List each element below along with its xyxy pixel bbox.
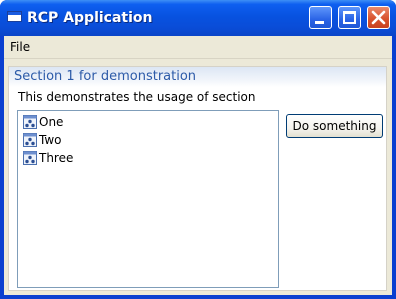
application-window: RCP Application File Section 1 for demon… xyxy=(0,0,396,299)
tree-node-icon xyxy=(23,133,37,147)
window-frame-left xyxy=(0,36,4,299)
close-icon xyxy=(371,10,386,25)
list-item-label: Two xyxy=(39,133,62,147)
list-item[interactable]: One xyxy=(23,113,63,131)
maximize-icon xyxy=(343,11,356,24)
title-bar[interactable]: RCP Application xyxy=(0,0,396,36)
window-client-area: File Section 1 for demonstration This de… xyxy=(4,36,392,295)
tree-node-icon xyxy=(23,151,37,165)
tree-node-icon xyxy=(23,115,37,129)
list-item-label: One xyxy=(39,115,64,129)
menu-bar: File xyxy=(4,36,392,59)
list-item[interactable]: Two xyxy=(23,131,62,149)
list-item[interactable]: Three xyxy=(23,149,73,167)
list-item-label: Three xyxy=(39,151,74,165)
window-app-icon xyxy=(7,11,22,22)
section-panel: Section 1 for demonstration This demonst… xyxy=(8,66,387,291)
window-frame-right xyxy=(392,36,396,299)
minimize-button[interactable] xyxy=(309,6,332,29)
menu-file[interactable]: File xyxy=(10,39,30,55)
close-button[interactable] xyxy=(367,6,390,29)
maximize-button[interactable] xyxy=(338,6,361,29)
do-something-button[interactable]: Do something xyxy=(286,114,383,138)
minimize-icon xyxy=(315,21,324,24)
item-list[interactable]: One Two Three xyxy=(17,110,279,288)
window-frame-bottom xyxy=(0,295,396,299)
section-header[interactable]: Section 1 for demonstration xyxy=(9,67,386,87)
work-area: Section 1 for demonstration This demonst… xyxy=(4,62,392,295)
section-title[interactable]: Section 1 for demonstration xyxy=(14,69,196,85)
window-title: RCP Application xyxy=(27,10,153,26)
section-description: This demonstrates the usage of section xyxy=(18,90,256,104)
